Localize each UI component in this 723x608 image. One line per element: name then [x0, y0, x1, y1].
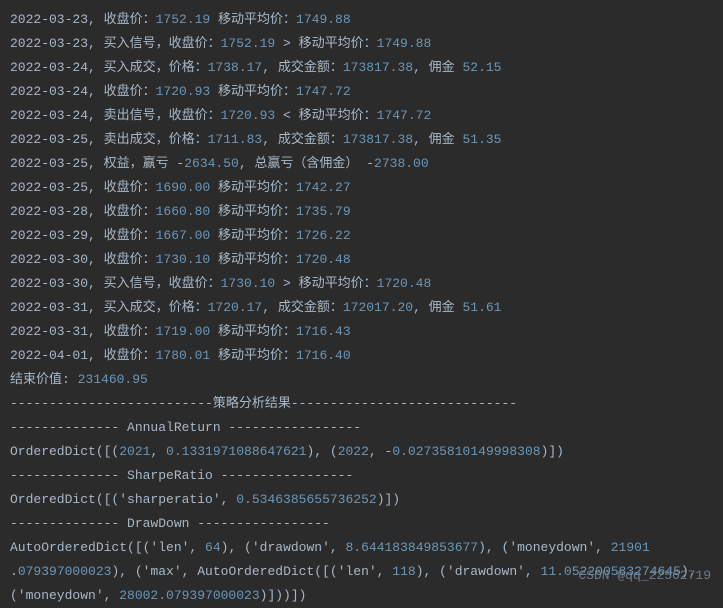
log-line: OrderedDict([('sharperatio', 0.534638565… — [10, 488, 713, 512]
log-line: 2022-03-23, 收盘价：1752.19 移动平均价：1749.88 — [10, 8, 713, 32]
log-line: 2022-03-28, 收盘价：1660.80 移动平均价：1735.79 — [10, 200, 713, 224]
log-line: 结束价值: 231460.95 — [10, 368, 713, 392]
log-line: 2022-03-31, 收盘价：1719.00 移动平均价：1716.43 — [10, 320, 713, 344]
log-line: 2022-03-24, 买入成交，价格：1738.17, 成交金额：173817… — [10, 56, 713, 80]
log-line: 2022-03-30, 收盘价：1730.10 移动平均价：1720.48 — [10, 248, 713, 272]
log-line: 2022-03-30, 买入信号，收盘价：1730.10 > 移动平均价：172… — [10, 272, 713, 296]
log-line: --------------------------策略分析结果--------… — [10, 392, 713, 416]
log-line: 2022-03-29, 收盘价：1667.00 移动平均价：1726.22 — [10, 224, 713, 248]
log-line: -------------- DrawDown ----------------… — [10, 512, 713, 536]
log-line: 2022-03-25, 权益，赢亏 -2634.50, 总赢亏（含佣金） -27… — [10, 152, 713, 176]
console-output: 2022-03-23, 收盘价：1752.19 移动平均价：1749.88202… — [10, 8, 713, 608]
watermark-text: CSDN @qq_22562719 — [578, 564, 711, 588]
log-line: -------------- AnnualReturn ------------… — [10, 416, 713, 440]
log-line: 2022-03-31, 买入成交，价格：1720.17, 成交金额：172017… — [10, 296, 713, 320]
log-line: 2022-03-23, 买入信号，收盘价：1752.19 > 移动平均价：174… — [10, 32, 713, 56]
log-line: 2022-03-25, 卖出成交，价格：1711.83, 成交金额：173817… — [10, 128, 713, 152]
log-line: 2022-03-24, 卖出信号，收盘价：1720.93 < 移动平均价：174… — [10, 104, 713, 128]
log-line: 2022-04-01, 收盘价：1780.01 移动平均价：1716.40 — [10, 344, 713, 368]
log-line: OrderedDict([(2021, 0.1331971088647621),… — [10, 440, 713, 464]
log-line: AutoOrderedDict([('len', 64), ('drawdown… — [10, 536, 713, 560]
log-line: -------------- SharpeRatio -------------… — [10, 464, 713, 488]
log-line: 2022-03-25, 收盘价：1690.00 移动平均价：1742.27 — [10, 176, 713, 200]
log-line: 2022-03-24, 收盘价：1720.93 移动平均价：1747.72 — [10, 80, 713, 104]
